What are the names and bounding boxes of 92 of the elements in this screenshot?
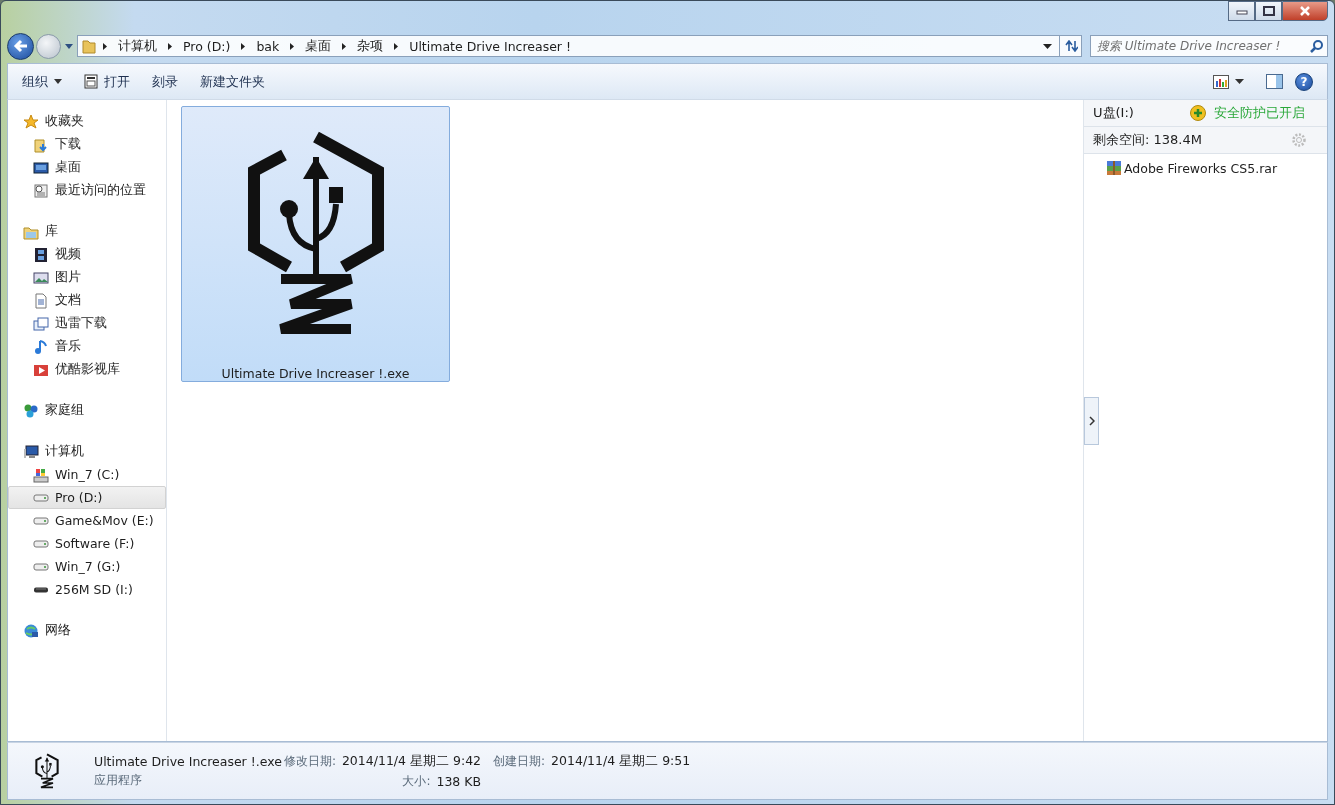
toolbar-button[interactable]: 刻录 <box>144 68 186 95</box>
file-type: 应用程序 <box>94 771 143 789</box>
sidebar-item[interactable]: 音乐 <box>8 335 166 358</box>
refresh-arrows-icon <box>1063 40 1078 52</box>
sidebar-item-icon <box>33 182 49 199</box>
breadcrumb-item[interactable]: Ultimate Drive Increaser ! <box>409 38 571 54</box>
view-options-icon[interactable] <box>1213 74 1229 89</box>
sidebar-item[interactable]: 库 <box>8 220 166 243</box>
free-space-label: 剩余空间: 138.4M <box>1093 131 1202 149</box>
close-icon <box>1299 6 1311 16</box>
sidebar-item[interactable]: 256M SD (I:) <box>8 578 166 601</box>
sidebar-item[interactable]: 最近访问的位置 <box>8 179 166 202</box>
field-label: 大小: <box>402 772 431 790</box>
usb-hexagon-icon <box>32 753 62 789</box>
sidebar-item[interactable]: 网络 <box>8 619 166 642</box>
breadcrumb-item[interactable]: bak <box>256 38 280 54</box>
sidebar-item[interactable]: 收藏夹 <box>8 110 166 133</box>
maximize-icon <box>1262 6 1275 16</box>
sidebar-item-icon <box>33 315 49 332</box>
sidebar-item[interactable]: Software (F:) <box>8 532 166 555</box>
help-button[interactable]: ? <box>1295 72 1313 91</box>
field-label: 创建日期: <box>493 752 546 770</box>
caret-icon <box>54 79 62 84</box>
back-button[interactable] <box>7 32 34 60</box>
minimize-button[interactable] <box>1228 1 1255 21</box>
sidebar-item[interactable]: 优酷影视库 <box>8 358 166 381</box>
address-bar[interactable]: 计算机 Pro (D:) bak 桌面 杂项 Ultimate Drive Increaser ! <box>77 35 1082 57</box>
breadcrumb-item[interactable]: 杂项 <box>357 37 384 55</box>
sidebar-item-icon <box>23 402 39 419</box>
sidebar-item[interactable]: 迅雷下载 <box>8 312 166 335</box>
refresh-button[interactable] <box>1059 36 1081 56</box>
close-button[interactable] <box>1282 1 1328 21</box>
view-dropdown-caret-icon[interactable] <box>1235 79 1244 84</box>
folder-icon <box>82 38 96 54</box>
sidebar-item[interactable]: Win_7 (G:) <box>8 555 166 578</box>
history-dropdown[interactable] <box>63 43 75 49</box>
breadcrumb-arrow-icon[interactable] <box>289 41 296 51</box>
drive-icon <box>33 539 49 548</box>
breadcrumb-arrow-icon[interactable] <box>102 41 108 51</box>
field-value: 2014/11/4 星期二 9:51 <box>551 752 691 770</box>
sidebar-item[interactable]: 文档 <box>8 289 166 312</box>
drive-icon <box>33 493 49 502</box>
file-item[interactable]: Ultimate Drive Increaser !.exe <box>181 106 450 382</box>
breadcrumb-arrow-icon[interactable] <box>167 41 173 51</box>
file-name: Ultimate Drive Increaser !.exe <box>94 753 282 769</box>
protection-status: 安全防护已开启 <box>1214 104 1305 122</box>
sidebar-item-icon <box>33 246 49 263</box>
sidebar-item-icon <box>33 338 49 355</box>
sidebar-item[interactable]: 桌面 <box>8 156 166 179</box>
sidebar-item-icon <box>33 136 49 153</box>
sidebar-item[interactable]: 家庭组 <box>8 399 166 422</box>
sidebar-item[interactable]: 视频 <box>8 243 166 266</box>
sidebar-item[interactable]: 图片 <box>8 266 166 289</box>
breadcrumb-arrow-icon[interactable] <box>393 41 400 51</box>
sidebar-item[interactable]: Win_7 (C:) <box>8 463 166 486</box>
usb-file-item[interactable]: Adobe Fireworks CS5.rar <box>1106 158 1327 178</box>
toolbar-button[interactable]: 打开 <box>76 68 138 95</box>
breadcrumb-arrow-icon[interactable] <box>341 41 348 51</box>
field-value: 138 KB <box>436 773 482 789</box>
sidebar-item[interactable]: Game&Mov (E:) <box>8 509 166 532</box>
sidebar-item-icon <box>33 269 49 286</box>
search-field[interactable]: 搜索 Ultimate Drive Increaser ! <box>1090 35 1328 57</box>
breadcrumb-item[interactable]: 桌面 <box>305 37 332 55</box>
sidebar-item[interactable]: 计算机 <box>8 440 166 463</box>
drive-label: U盘(I:) <box>1093 104 1134 122</box>
breadcrumb-arrow-icon[interactable] <box>240 41 247 51</box>
sidebar-item-icon <box>23 443 39 460</box>
field-value: 2014/11/4 星期二 9:42 <box>341 752 482 770</box>
toolbar-button[interactable]: 组织 <box>14 68 70 95</box>
drive-icon <box>33 516 49 525</box>
maximize-button[interactable] <box>1255 1 1282 21</box>
dropdown-caret-icon[interactable] <box>1043 43 1052 49</box>
drive-icon <box>33 562 49 571</box>
chevron-right-icon <box>1088 416 1095 426</box>
sidebar-item[interactable]: Pro (D:) <box>8 486 166 509</box>
sidebar-item-icon <box>23 622 39 639</box>
sidebar-item-icon <box>33 159 49 176</box>
window-icon <box>84 74 98 89</box>
sidebar-item[interactable]: 下载 <box>8 133 166 156</box>
breadcrumb-item[interactable]: Pro (D:) <box>183 38 231 54</box>
archive-icon <box>1106 160 1122 176</box>
preview-pane-icon[interactable] <box>1266 74 1283 89</box>
sidebar-item-icon <box>33 466 49 483</box>
sidebar-item-icon <box>23 113 39 130</box>
collapse-panel-button[interactable] <box>1084 397 1099 445</box>
toolbar-button[interactable]: 新建文件夹 <box>192 68 273 95</box>
search-icon <box>1310 39 1323 53</box>
back-arrow-icon <box>12 39 29 53</box>
sidebar-item-icon <box>33 292 49 309</box>
breadcrumb-item[interactable]: 计算机 <box>118 37 157 55</box>
field-label: 修改日期: <box>283 752 336 770</box>
minimize-icon <box>1235 7 1248 15</box>
